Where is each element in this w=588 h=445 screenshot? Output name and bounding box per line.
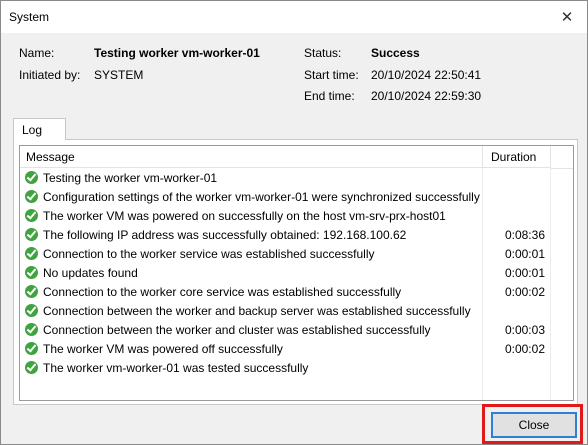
initiated-by-value: SYSTEM [94,68,144,82]
log-message: Connection to the worker core service wa… [43,285,402,299]
log-message: Connection to the worker service was est… [43,247,375,261]
log-duration: 0:00:02 [504,342,545,356]
initiated-by-label: Initiated by: [19,68,81,82]
success-check-icon [25,190,38,203]
success-check-icon [25,285,38,298]
success-check-icon [25,361,38,374]
log-message: Connection between the worker and backup… [43,304,471,318]
log-panel: Message Duration Testing the worker vm-w… [13,139,578,405]
system-dialog: System ✕ Name: Testing worker vm-worker-… [0,0,588,445]
log-row[interactable]: Connection between the worker and backup… [20,302,573,321]
log-message: Testing the worker vm-worker-01 [43,171,218,185]
log-duration: 0:00:01 [504,247,545,261]
success-check-icon [25,171,38,184]
start-time-label: Start time: [304,68,359,82]
log-row[interactable]: Configuration settings of the worker vm-… [20,188,573,207]
tab-log[interactable]: Log [13,118,66,140]
title-bar: System ✕ [1,1,587,33]
success-check-icon [25,209,38,222]
log-message: No updates found [43,266,138,280]
success-check-icon [25,228,38,241]
tab-log-label: Log [22,123,43,137]
log-row[interactable]: Connection between the worker and cluste… [20,321,573,340]
success-check-icon [25,323,38,336]
name-label: Name: [19,46,55,60]
log-list[interactable]: Message Duration Testing the worker vm-w… [19,145,574,401]
log-message: Configuration settings of the worker vm-… [43,190,480,204]
log-row[interactable]: Connection to the worker service was est… [20,245,573,264]
log-row[interactable]: The worker vm-worker-01 was tested succe… [20,359,573,378]
log-message: The worker vm-worker-01 was tested succe… [43,361,309,375]
status-label: Status: [304,46,342,60]
status-value: Success [371,46,420,60]
log-row[interactable]: Testing the worker vm-worker-01 [20,169,573,188]
log-message: The worker VM was powered off successful… [43,342,283,356]
log-row[interactable]: Connection to the worker core service wa… [20,283,573,302]
log-message: The worker VM was powered on successfull… [43,209,446,223]
log-duration: 0:00:01 [504,266,545,280]
log-duration: 0:08:36 [504,228,545,242]
column-header-filler [550,146,573,169]
success-check-icon [25,266,38,279]
close-icon[interactable]: ✕ [553,5,581,29]
window-title: System [9,10,50,24]
success-check-icon [25,247,38,260]
column-header-message[interactable]: Message [20,146,482,168]
column-header-duration[interactable]: Duration [482,146,550,168]
log-duration: 0:00:03 [504,323,545,337]
log-duration: 0:00:02 [504,285,545,299]
log-row[interactable]: The worker VM was powered on successfull… [20,207,573,226]
log-message: The following IP address was successfull… [43,228,407,242]
end-time-label: End time: [304,89,355,103]
end-time-value: 20/10/2024 22:59:30 [371,89,482,103]
success-check-icon [25,304,38,317]
log-row[interactable]: No updates found 0:00:01 [20,264,573,283]
start-time-value: 20/10/2024 22:50:41 [371,68,482,82]
log-message: Connection between the worker and cluste… [43,323,431,337]
close-button[interactable]: Close [491,412,577,438]
name-value: Testing worker vm-worker-01 [94,46,260,60]
log-row[interactable]: The following IP address was successfull… [20,226,573,245]
success-check-icon [25,342,38,355]
log-row[interactable]: The worker VM was powered off successful… [20,340,573,359]
